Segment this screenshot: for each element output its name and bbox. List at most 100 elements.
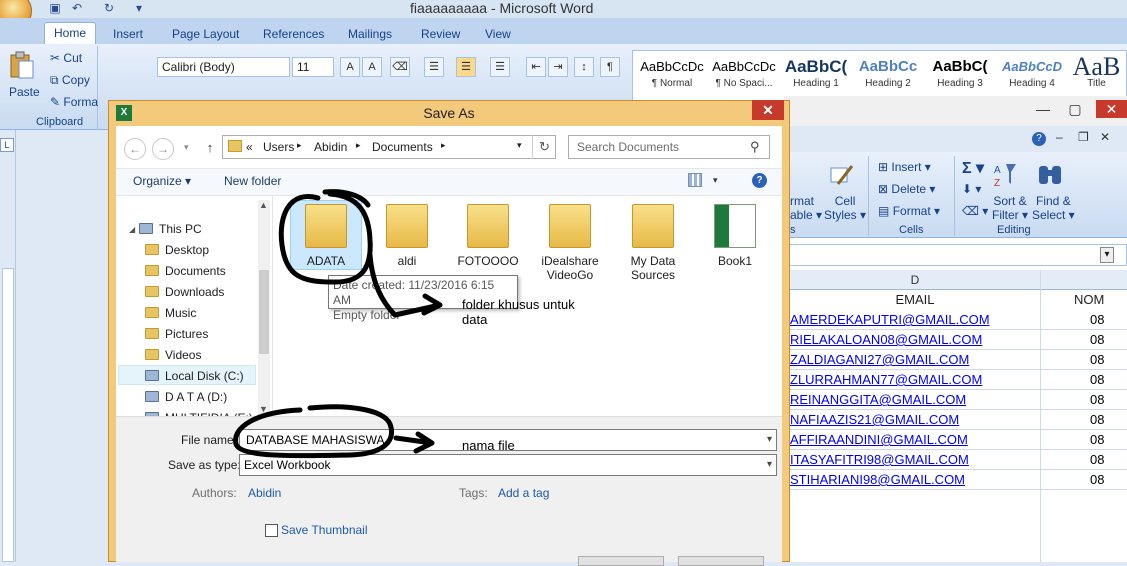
folder-item[interactable]: FOTOOOO <box>452 204 524 286</box>
minimize-icon[interactable]: — <box>1030 100 1056 118</box>
tree-item[interactable]: Local Disk (C:) <box>145 366 244 386</box>
doc-close-icon[interactable]: ✕ <box>1100 130 1110 144</box>
bullets-icon[interactable]: ☰ <box>424 57 444 77</box>
fill-icon[interactable]: ⬇ ▾ <box>962 182 981 196</box>
cancel-button[interactable] <box>678 556 764 566</box>
email-header-cell[interactable]: EMAIL <box>790 290 1040 310</box>
autosum-icon[interactable]: Σ ▾ <box>962 158 984 178</box>
cell-styles-button[interactable]: Cell Styles ▾ <box>824 194 866 222</box>
phone-cell[interactable]: 08 <box>1090 430 1104 450</box>
phone-cell[interactable]: 08 <box>1090 410 1104 430</box>
tab-view[interactable]: View <box>485 24 511 44</box>
tab-insert[interactable]: Insert <box>113 24 143 44</box>
phone-cell[interactable]: 08 <box>1090 330 1104 350</box>
tree-item[interactable]: Music <box>145 303 196 323</box>
delete-cells-button[interactable]: ⊠ Delete ▾ <box>878 182 935 196</box>
folder-item[interactable]: aldi <box>371 204 443 286</box>
save-thumbnail-checkbox[interactable] <box>265 524 278 537</box>
phone-cell[interactable]: 08 <box>1090 310 1104 330</box>
paste-button[interactable]: Paste <box>6 50 40 104</box>
style-normal[interactable]: AaBbCcDc ¶ Normal <box>636 56 708 100</box>
sort-icon[interactable]: ↕ <box>574 57 594 77</box>
view-options-icon[interactable] <box>688 173 702 187</box>
tree-item[interactable]: This PC <box>139 219 202 239</box>
tags-input[interactable]: Add a tag <box>498 486 549 500</box>
breadcrumb-separator-icon[interactable]: ▸ <box>297 140 302 151</box>
style-heading-3[interactable]: AaBbC(Heading 3 <box>924 56 996 100</box>
font-name-box[interactable]: Calibri (Body) <box>157 57 290 77</box>
multilevel-list-icon[interactable]: ☰ <box>490 57 510 77</box>
find-select-button[interactable]: Find & Select ▾ <box>1032 194 1075 222</box>
tree-item[interactable]: Pictures <box>145 324 208 344</box>
view-dropdown-icon[interactable]: ▾ <box>713 175 718 186</box>
tab-home[interactable]: Home <box>44 22 96 44</box>
doc-restore-icon[interactable]: ❐ <box>1078 130 1089 144</box>
breadcrumb-separator-icon[interactable]: ▸ <box>441 140 446 151</box>
address-dropdown-icon[interactable]: ▾ <box>517 140 522 151</box>
forward-arrow-icon[interactable]: → <box>152 138 174 160</box>
formula-bar[interactable] <box>784 244 1127 266</box>
phone-cell[interactable]: 08 <box>1090 450 1104 470</box>
email-cell[interactable]: RIELAKALOAN08@GMAIL.COM <box>790 330 982 350</box>
email-cell[interactable]: ZALDIAGANI27@GMAIL.COM <box>790 350 969 370</box>
phone-cell[interactable]: 08 <box>1090 350 1104 370</box>
nomor-header-cell[interactable]: NOM <box>1074 290 1104 310</box>
help-icon[interactable]: ? <box>752 173 767 188</box>
tree-item[interactable]: D A T A (D:) <box>145 387 227 407</box>
style-heading-1[interactable]: AaBbC(Heading 1 <box>780 56 852 100</box>
style-heading-4[interactable]: AaBbCcD Heading 4 <box>996 56 1068 100</box>
clear-icon[interactable]: ⌫ ▾ <box>962 204 988 218</box>
copy-button[interactable]: ⧉ Copy <box>50 73 90 88</box>
email-cell[interactable]: AFFIRAANDINI@GMAIL.COM <box>790 430 968 450</box>
tree-item[interactable]: Videos <box>145 345 201 365</box>
show-formatting-icon[interactable]: ¶ <box>600 57 620 77</box>
doc-minimize-icon[interactable]: – <box>1056 130 1063 144</box>
email-cell[interactable]: STIHARIANI98@GMAIL.COM <box>790 470 965 490</box>
email-cell[interactable]: ITASYAFITRI98@GMAIL.COM <box>790 450 969 470</box>
phone-cell[interactable]: 08 <box>1090 370 1104 390</box>
scroll-up-icon[interactable]: ▲ <box>259 200 268 210</box>
breadcrumb-overflow[interactable]: « <box>246 140 253 154</box>
style-heading-2[interactable]: AaBbCc Heading 2 <box>852 56 924 100</box>
clear-format-icon[interactable]: ⌫ <box>390 57 410 77</box>
new-folder-button[interactable]: New folder <box>224 174 281 188</box>
scroll-down-icon[interactable]: ▼ <box>259 404 268 414</box>
email-cell[interactable]: NAFIAAZIS21@GMAIL.COM <box>790 410 959 430</box>
breadcrumb-abidin[interactable]: Abidin <box>314 140 347 154</box>
breadcrumb-separator-icon[interactable]: ▸ <box>356 140 361 151</box>
save-button[interactable] <box>578 556 664 566</box>
tab-references[interactable]: References <box>263 24 324 44</box>
shrink-font-icon[interactable]: A <box>362 57 382 77</box>
breadcrumb-users[interactable]: Users <box>263 140 294 154</box>
folder-item[interactable]: iDealshare VideoGo <box>534 204 606 286</box>
email-cell[interactable]: ZLURRAHMAN77@GMAIL.COM <box>790 370 982 390</box>
column-d-header[interactable]: D <box>790 270 1040 290</box>
sort-filter-button[interactable]: Sort & Filter ▾ <box>992 194 1028 222</box>
up-arrow-icon[interactable]: ↑ <box>202 138 218 158</box>
increase-indent-icon[interactable]: ⇥ <box>548 57 568 77</box>
format-as-table-button[interactable]: rmat able ▾ <box>790 194 822 222</box>
numbering-icon[interactable]: ☰ <box>456 57 476 77</box>
font-size-box[interactable]: 11 <box>292 57 334 77</box>
file-item[interactable]: Book1 <box>699 204 771 286</box>
expand-thispc-icon[interactable]: ◢ <box>129 225 135 234</box>
save-thumbnail-label[interactable]: Save Thumbnail <box>281 523 368 537</box>
organize-button[interactable]: Organize ▾ <box>133 174 191 188</box>
chevron-down-icon[interactable]: ▾ <box>767 455 772 475</box>
save-type-select[interactable]: Excel Workbook ▾ <box>239 454 777 476</box>
folder-item[interactable]: ADATA <box>290 204 362 286</box>
help-icon[interactable]: ? <box>1032 132 1046 146</box>
recent-locations-icon[interactable]: ▾ <box>184 142 189 153</box>
tree-item[interactable]: Desktop <box>145 240 209 260</box>
decrease-indent-icon[interactable]: ⇤ <box>526 57 546 77</box>
breadcrumb-documents[interactable]: Documents <box>372 140 433 154</box>
authors-value[interactable]: Abidin <box>248 486 281 500</box>
excel-close-icon[interactable]: ✕ <box>1096 100 1127 118</box>
format-painter-button[interactable]: ✎ Forma <box>50 95 98 109</box>
expand-formula-icon[interactable]: ▾ <box>1100 247 1114 263</box>
close-icon[interactable]: ✕ <box>752 100 784 120</box>
search-input[interactable]: Search Documents <box>568 135 770 159</box>
tree-item[interactable]: Downloads <box>145 282 224 302</box>
email-cell[interactable]: AMERDEKAPUTRI@GMAIL.COM <box>790 310 990 330</box>
folder-item[interactable]: My Data Sources <box>617 204 689 286</box>
